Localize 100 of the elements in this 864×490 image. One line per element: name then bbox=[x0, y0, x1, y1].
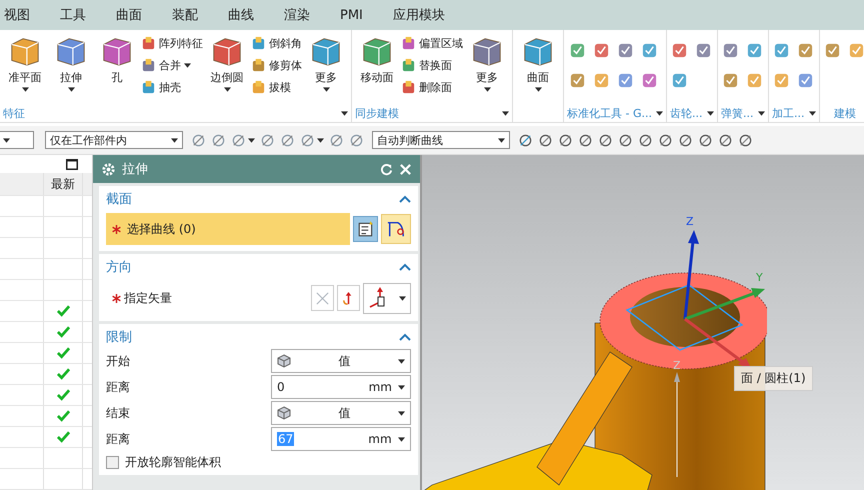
collapse-icon[interactable] bbox=[399, 333, 411, 341]
tool-icon bbox=[618, 132, 633, 148]
ribbon-button[interactable]: 更多 bbox=[465, 34, 509, 92]
feature-icon bbox=[251, 58, 266, 72]
tool-icon bbox=[746, 42, 764, 58]
ribbon-button[interactable]: 替换面 bbox=[401, 56, 463, 74]
menu-tab[interactable]: 曲面 bbox=[111, 6, 155, 24]
column-header: 最新 bbox=[44, 173, 83, 195]
ribbon-button[interactable]: 合并 bbox=[141, 56, 203, 74]
menu-tab[interactable]: 工具 bbox=[55, 6, 99, 24]
tool-icon bbox=[746, 72, 764, 88]
menu-tab[interactable]: 曲线 bbox=[223, 6, 267, 24]
caret-icon[interactable] bbox=[341, 110, 348, 116]
settings-icon[interactable] bbox=[101, 162, 116, 176]
tool-icon bbox=[260, 132, 275, 148]
caret-icon bbox=[398, 436, 405, 442]
checkbox[interactable] bbox=[106, 456, 119, 468]
feature-icon bbox=[401, 36, 416, 50]
ribbon-button[interactable]: 修剪体 bbox=[251, 56, 302, 74]
tool-icon bbox=[722, 42, 740, 58]
field-label: 指定矢量 bbox=[124, 290, 173, 306]
ribbon-button[interactable]: 准平面 bbox=[3, 34, 47, 92]
tool-icon bbox=[695, 42, 712, 58]
caret-icon[interactable] bbox=[502, 110, 509, 116]
feature-icon bbox=[141, 80, 156, 94]
feature-icon bbox=[401, 80, 416, 94]
sketch-button[interactable] bbox=[353, 216, 378, 242]
input-field[interactable]: 0 mm bbox=[271, 375, 411, 399]
tool-icon bbox=[678, 132, 693, 148]
caret-icon[interactable] bbox=[706, 110, 714, 116]
ribbon-button[interactable]: 曲面 bbox=[516, 34, 560, 92]
ribbon-button[interactable]: 孔 bbox=[95, 34, 139, 85]
dropdown[interactable]: 值 bbox=[271, 349, 411, 373]
feature-icon bbox=[141, 58, 156, 72]
menu-tab[interactable]: 装配 bbox=[167, 6, 211, 24]
collapse-icon[interactable] bbox=[399, 263, 411, 271]
group-label: 齿轮... bbox=[670, 106, 702, 120]
section-title: 方向 bbox=[106, 259, 132, 276]
feature-icon bbox=[401, 58, 416, 72]
menu-tab[interactable]: 视图 bbox=[0, 6, 43, 24]
section-title: 截面 bbox=[106, 191, 132, 208]
caret-icon[interactable] bbox=[808, 110, 816, 116]
feature-icon bbox=[251, 36, 266, 50]
tool-icon bbox=[592, 72, 610, 88]
dropdown[interactable]: 自动判断曲线 bbox=[372, 131, 510, 149]
tool-icon bbox=[300, 132, 315, 148]
tool-icon bbox=[671, 72, 688, 88]
caret-icon bbox=[398, 384, 405, 390]
tool-icon bbox=[773, 72, 790, 88]
tool-icon bbox=[671, 42, 688, 58]
ribbon-button[interactable]: 拔模 bbox=[251, 78, 302, 96]
close-icon[interactable] bbox=[399, 162, 412, 176]
input-field[interactable]: 67 mm bbox=[271, 427, 411, 451]
menu-tab[interactable]: 应用模块 bbox=[388, 6, 458, 24]
ribbon-button[interactable]: 偏置区域 bbox=[401, 34, 463, 52]
ribbon-button[interactable]: 倒斜角 bbox=[251, 34, 302, 52]
curve-button[interactable] bbox=[381, 214, 411, 244]
tool-icon bbox=[616, 72, 634, 88]
checkbox-label: 开放轮廓智能体积 bbox=[125, 454, 221, 470]
tool-icon bbox=[658, 132, 673, 148]
ribbon-button[interactable]: 移动面 bbox=[355, 34, 399, 85]
collapse-icon[interactable] bbox=[399, 195, 411, 203]
ribbon-button[interactable]: 更多 bbox=[304, 34, 348, 92]
menu-tab[interactable]: 渲染 bbox=[279, 6, 323, 24]
tool-icon bbox=[824, 42, 842, 58]
group-label: 加工... bbox=[772, 106, 804, 120]
caret-icon bbox=[171, 138, 178, 142]
tool-icon bbox=[797, 42, 814, 58]
tool-icon bbox=[568, 72, 586, 88]
tool-icon bbox=[616, 42, 634, 58]
reset-icon[interactable] bbox=[380, 162, 393, 176]
vector-button[interactable] bbox=[337, 285, 360, 311]
dropdown[interactable]: 值 bbox=[271, 401, 411, 425]
ribbon-button[interactable]: 拉伸 bbox=[49, 34, 93, 92]
tool-icon bbox=[329, 132, 344, 148]
tool-icon bbox=[773, 42, 790, 58]
caret-icon[interactable] bbox=[656, 110, 663, 116]
section-title: 限制 bbox=[106, 329, 132, 346]
ribbon-button[interactable]: 删除面 bbox=[401, 78, 463, 96]
dropdown[interactable] bbox=[0, 131, 34, 149]
selection-field[interactable]: 选择曲线 (0) bbox=[106, 213, 350, 245]
tool-icon bbox=[191, 132, 206, 148]
tool-icon bbox=[640, 72, 658, 88]
ribbon-button[interactable]: 抽壳 bbox=[141, 78, 203, 96]
maximize-icon[interactable] bbox=[66, 158, 78, 170]
dialog-title: 拉伸 bbox=[122, 161, 149, 178]
vector-dropdown[interactable] bbox=[363, 282, 411, 314]
ribbon-button[interactable]: 阵列特征 bbox=[141, 34, 203, 52]
cube-icon bbox=[277, 406, 291, 420]
caret-icon[interactable] bbox=[758, 110, 765, 116]
dropdown[interactable]: 仅在工作部件内 bbox=[45, 131, 183, 149]
axis-label: Y bbox=[756, 271, 763, 284]
tool-icon bbox=[722, 72, 740, 88]
tool-icon bbox=[231, 132, 246, 148]
field-label: 距离 bbox=[106, 430, 131, 448]
menu-tab[interactable]: PMI bbox=[335, 8, 376, 22]
tool-icon bbox=[698, 132, 713, 148]
tool-icon bbox=[797, 72, 814, 88]
ribbon-button[interactable]: 边倒圆 bbox=[205, 34, 249, 92]
tool-icon bbox=[280, 132, 295, 148]
